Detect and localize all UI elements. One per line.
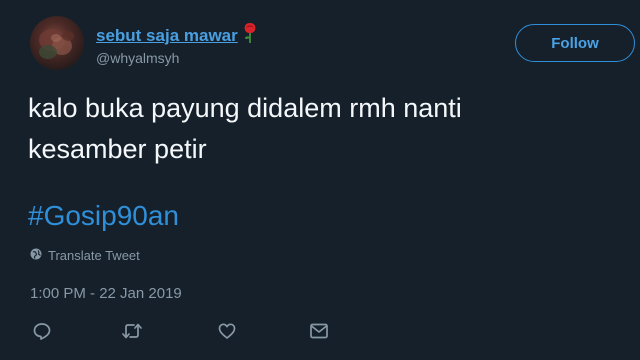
avatar[interactable]	[30, 16, 84, 70]
translate-label[interactable]: Translate Tweet	[48, 248, 140, 263]
display-name[interactable]: sebut saja mawar	[96, 22, 257, 49]
tweet-timestamp[interactable]: 1:00 PM - 22 Jan 2019	[30, 285, 182, 302]
reply-icon[interactable]	[31, 320, 53, 342]
hashtag-link[interactable]: #Gosip90an	[28, 200, 179, 232]
retweet-icon[interactable]	[121, 320, 143, 342]
user-handle: @whyalmsyh	[96, 50, 180, 66]
tweet-text: kalo buka payung didalem rmh nanti kesam…	[28, 93, 462, 164]
message-icon[interactable]	[308, 320, 330, 342]
translate-tweet-link[interactable]: Translate Tweet	[30, 248, 140, 263]
display-name-text[interactable]: sebut saja mawar	[96, 26, 238, 46]
follow-button[interactable]: Follow	[515, 24, 635, 62]
globe-icon	[30, 248, 48, 263]
rose-icon	[243, 22, 257, 49]
like-icon[interactable]	[216, 320, 238, 342]
